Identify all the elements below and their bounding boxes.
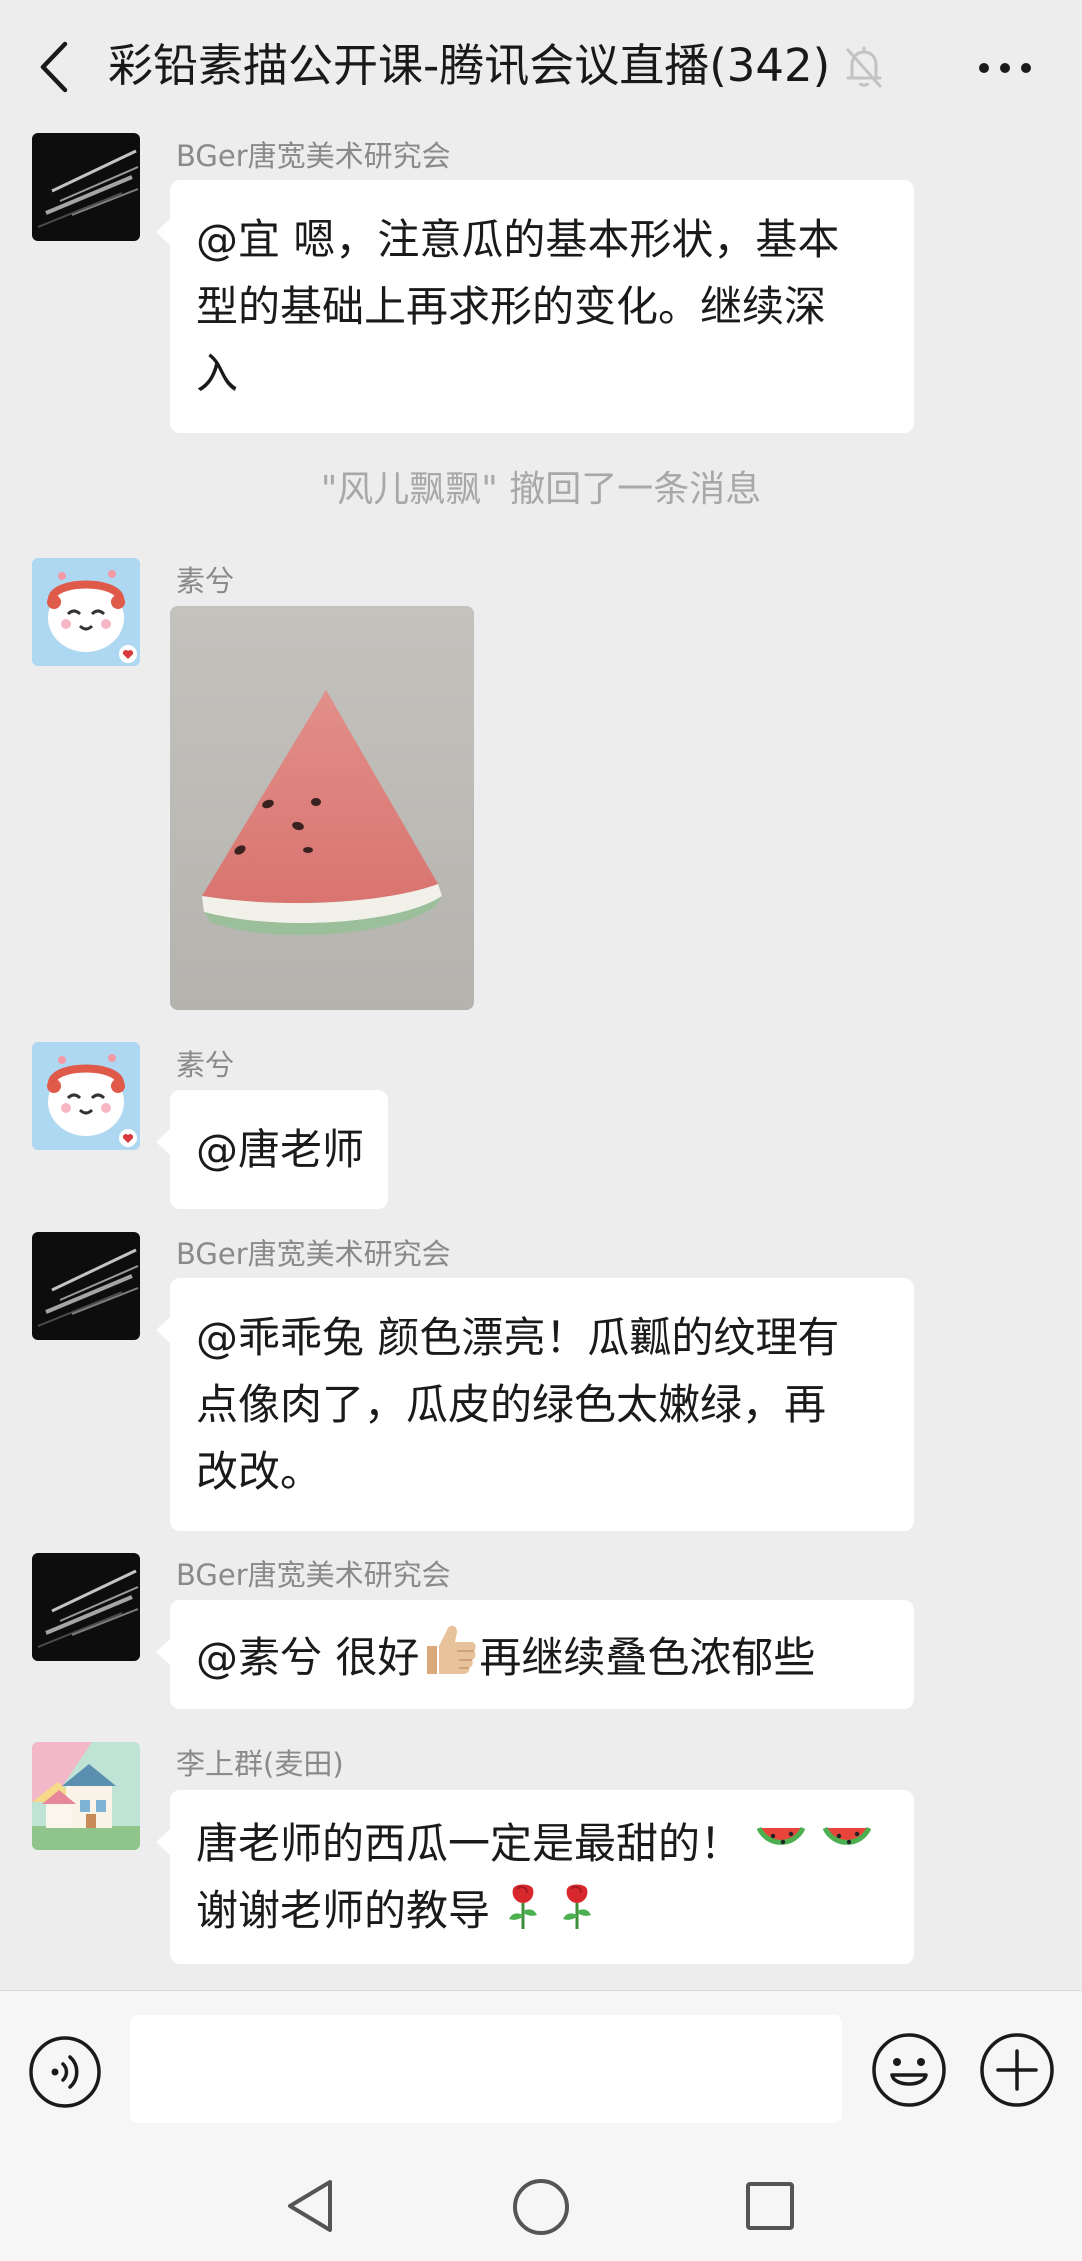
cartoon-cat-icon bbox=[32, 1042, 140, 1150]
avatar-lishangqun[interactable] bbox=[32, 1742, 140, 1850]
message-line: 改改。 bbox=[196, 1447, 323, 1496]
watermelon-icon bbox=[757, 1826, 806, 1845]
plus-button[interactable] bbox=[978, 2031, 1056, 2109]
nav-recents-button[interactable] bbox=[744, 2178, 796, 2234]
watermelon-image[interactable] bbox=[170, 606, 474, 1010]
cartoon-house-icon bbox=[32, 1742, 140, 1850]
message-line: 谢谢老师的教导 bbox=[196, 1877, 890, 1944]
message-line: @乖乖兔 颜色漂亮！瓜瓤的纹理有 bbox=[196, 1313, 840, 1362]
emoji-button[interactable] bbox=[870, 2031, 948, 2109]
message-bubble[interactable]: @宜 嗯，注意瓜的基本形状，基本 型的基础上再求形的变化。继续深 入 bbox=[156, 180, 914, 433]
avatar-bger[interactable] bbox=[32, 133, 140, 241]
recall-notice: "风儿飘飘" 撤回了一条消息 bbox=[320, 469, 762, 510]
chat-header: 彩铅素描公开课-腾讯会议直播(342) bbox=[0, 0, 1082, 134]
message-bubble[interactable]: @乖乖兔 颜色漂亮！瓜瓤的纹理有 点像肉了，瓜皮的绿色太嫩绿，再 改改。 bbox=[156, 1278, 914, 1531]
message-text: 唐老师的西瓜一定是最甜的！ bbox=[196, 1819, 743, 1868]
nav-home-button[interactable] bbox=[510, 2176, 572, 2238]
message-line: 唐老师的西瓜一定是最甜的！ bbox=[196, 1810, 890, 1877]
nav-back-button[interactable] bbox=[282, 2176, 338, 2236]
message-input[interactable] bbox=[130, 2015, 842, 2123]
watermelon-icon bbox=[822, 1826, 872, 1845]
system-nav-bar bbox=[0, 2136, 1082, 2261]
input-bar bbox=[0, 1990, 1082, 2136]
avatar-bger[interactable] bbox=[32, 1553, 140, 1661]
rose-icon bbox=[562, 1884, 591, 1929]
message-bubble[interactable]: @素兮 很好 再继续叠色浓郁些 bbox=[156, 1600, 914, 1709]
message-line: @宜 嗯，注意瓜的基本形状，基本 bbox=[196, 215, 840, 264]
thumbs-up-icon bbox=[427, 1625, 477, 1674]
message-bubble[interactable]: @唐老师 bbox=[155, 1090, 389, 1209]
message-text: 再继续叠色浓郁些 bbox=[479, 1633, 816, 1682]
voice-input-icon bbox=[29, 2036, 101, 2108]
triangle-back-icon bbox=[288, 2180, 332, 2232]
sender-name: 素兮 bbox=[176, 1048, 235, 1082]
message-text: 谢谢老师的教导 bbox=[196, 1886, 491, 1935]
message-text: @素兮 很好 bbox=[196, 1633, 420, 1682]
chat-title: 彩铅素描公开课-腾讯会议直播(342) bbox=[108, 39, 831, 92]
message-line: @唐老师 bbox=[196, 1125, 365, 1174]
avatar-suxi[interactable] bbox=[32, 558, 140, 666]
sender-name: 素兮 bbox=[176, 564, 235, 598]
avatar-image bbox=[32, 1232, 140, 1340]
avatar-bger[interactable] bbox=[32, 1232, 140, 1340]
sender-name: 李上群(麦田) bbox=[176, 1747, 344, 1781]
sender-name: BGer唐宽美术研究会 bbox=[176, 139, 451, 173]
avatar-suxi[interactable] bbox=[32, 1042, 140, 1150]
sender-name: BGer唐宽美术研究会 bbox=[176, 1558, 451, 1592]
voice-button[interactable] bbox=[28, 2035, 102, 2109]
watermelon-drawing-image bbox=[170, 606, 474, 1010]
circle-home-icon bbox=[513, 2179, 569, 2235]
smiley-icon bbox=[872, 2033, 946, 2107]
bell-off-icon bbox=[846, 46, 882, 88]
avatar-image bbox=[32, 133, 140, 241]
plus-circle-icon bbox=[980, 2033, 1054, 2107]
chevron-left-icon bbox=[40, 41, 68, 93]
sender-name: BGer唐宽美术研究会 bbox=[176, 1237, 451, 1271]
back-button[interactable] bbox=[26, 32, 82, 102]
more-horizontal-icon bbox=[979, 63, 1031, 73]
message-bubble[interactable]: 唐老师的西瓜一定是最甜的！ 谢谢老师的教导 bbox=[156, 1790, 914, 1964]
square-recents-icon bbox=[746, 2182, 794, 2230]
cartoon-cat-icon bbox=[32, 558, 140, 666]
message-line: 点像肉了，瓜皮的绿色太嫩绿，再 bbox=[196, 1380, 827, 1429]
message-line: 入 bbox=[196, 349, 239, 398]
avatar-image bbox=[32, 1553, 140, 1661]
message-line: 型的基础上再求形的变化。继续深 bbox=[196, 282, 827, 331]
more-button[interactable] bbox=[972, 38, 1038, 98]
rose-icon bbox=[509, 1884, 538, 1929]
